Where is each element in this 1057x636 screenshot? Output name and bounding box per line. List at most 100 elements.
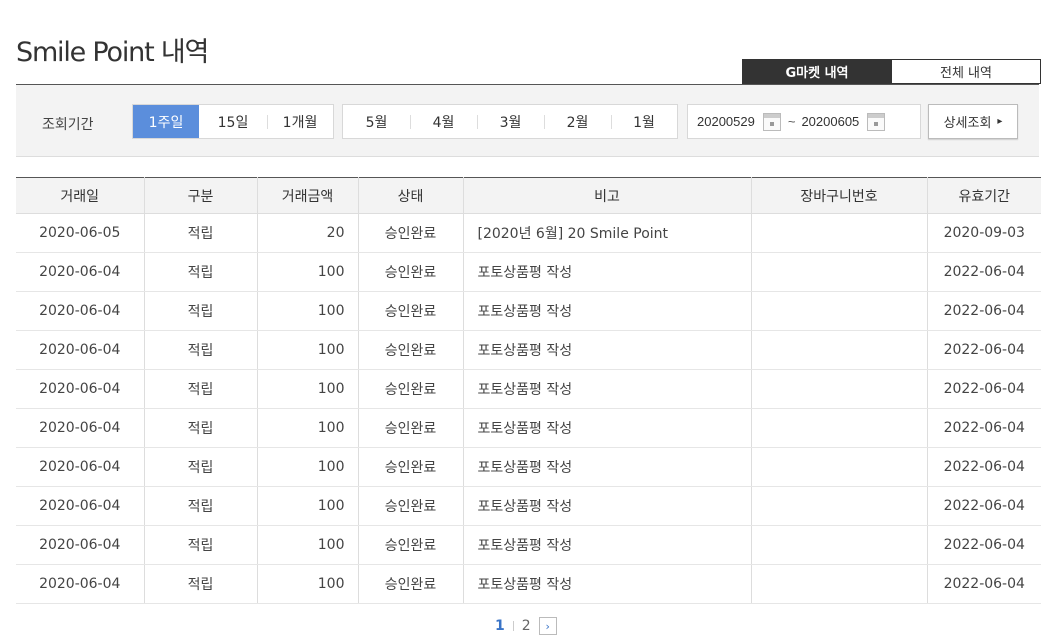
cell-memo: 포토상품평 작성 xyxy=(463,447,752,487)
cell-amount: 100 xyxy=(257,369,359,409)
table-body: 2020-06-05 적립 20 승인완료 [2020년 6월] 20 Smile Po… xyxy=(16,213,1041,604)
cell-expiry: 2022-06-04 xyxy=(927,564,1041,604)
chevron-right-icon: ▸ xyxy=(997,116,1003,127)
point-history-table: 거래일 구분 거래금액 상태 비고 장바구니번호 유효기간 2020-06-05… xyxy=(16,177,1041,604)
date-range: 20200529 ~ 20200605 xyxy=(687,104,921,139)
cell-type: 적립 xyxy=(144,564,258,604)
cell-memo: 포토상품평 작성 xyxy=(463,369,752,409)
cell-date: 2020-06-04 xyxy=(16,252,145,292)
header-status: 상태 xyxy=(358,177,464,214)
cell-status: 승인완료 xyxy=(358,408,464,448)
page-title: Smile Point 내역 xyxy=(16,37,209,68)
cell-expiry: 2022-06-04 xyxy=(927,447,1041,487)
cell-date: 2020-06-05 xyxy=(16,213,145,253)
cell-date: 2020-06-04 xyxy=(16,291,145,331)
cell-expiry: 2022-06-04 xyxy=(927,486,1041,526)
cell-cart-number xyxy=(751,213,928,253)
cell-status: 승인완료 xyxy=(358,330,464,370)
table-row: 2020-06-04 적립 100 승인완료 포토상품평 작성 2022-06-04 xyxy=(16,525,1041,565)
cell-type: 적립 xyxy=(144,408,258,448)
page-1-link[interactable]: 1 xyxy=(495,618,505,634)
cell-type: 적립 xyxy=(144,369,258,409)
date-separator: ~ xyxy=(787,114,796,129)
cell-memo: 포토상품평 작성 xyxy=(463,330,752,370)
calendar-from-icon[interactable] xyxy=(762,112,781,131)
tab-all-history[interactable]: 전체 내역 xyxy=(892,59,1041,84)
cell-cart-number xyxy=(751,408,928,448)
cell-amount: 100 xyxy=(257,525,359,565)
header-type: 구분 xyxy=(144,177,258,214)
cell-amount: 20 xyxy=(257,213,359,253)
cell-status: 승인완료 xyxy=(358,252,464,292)
month-march-button[interactable]: 3월 xyxy=(477,105,544,138)
cell-amount: 100 xyxy=(257,564,359,604)
cell-date: 2020-06-04 xyxy=(16,369,145,409)
detail-search-button[interactable]: 상세조회 ▸ xyxy=(928,104,1018,139)
table-row: 2020-06-04 적립 100 승인완료 포토상품평 작성 2022-06-04 xyxy=(16,369,1041,409)
cell-type: 적립 xyxy=(144,252,258,292)
period-1week-button[interactable]: 1주일 xyxy=(133,105,199,138)
cell-date: 2020-06-04 xyxy=(16,408,145,448)
date-to-field[interactable]: 20200605 xyxy=(801,114,859,129)
cell-memo: 포토상품평 작성 xyxy=(463,486,752,526)
table-row: 2020-06-04 적립 100 승인완료 포토상품평 작성 2022-06-04 xyxy=(16,408,1041,448)
table-row: 2020-06-04 적립 100 승인완료 포토상품평 작성 2022-06-04 xyxy=(16,330,1041,370)
cell-status: 승인완료 xyxy=(358,447,464,487)
cell-type: 적립 xyxy=(144,525,258,565)
cell-type: 적립 xyxy=(144,213,258,253)
cell-type: 적립 xyxy=(144,447,258,487)
cell-status: 승인완료 xyxy=(358,213,464,253)
cell-date: 2020-06-04 xyxy=(16,447,145,487)
detail-search-label: 상세조회 xyxy=(943,116,992,131)
period-label: 조회기간 xyxy=(42,117,94,133)
cell-cart-number xyxy=(751,330,928,370)
search-panel: 조회기간 1주일 15일 1개월 5월 4월 3월 2월 1월 20200529… xyxy=(16,84,1039,157)
cell-cart-number xyxy=(751,486,928,526)
cell-type: 적립 xyxy=(144,330,258,370)
table-row: 2020-06-04 적립 100 승인완료 포토상품평 작성 2022-06-04 xyxy=(16,291,1041,331)
month-april-button[interactable]: 4월 xyxy=(410,105,477,138)
cell-amount: 100 xyxy=(257,447,359,487)
next-page-icon[interactable]: › xyxy=(538,617,557,635)
calendar-to-icon[interactable] xyxy=(867,112,886,131)
month-february-button[interactable]: 2월 xyxy=(544,105,611,138)
table-row: 2020-06-04 적립 100 승인완료 포토상품평 작성 2022-06-04 xyxy=(16,486,1041,526)
table-row: 2020-06-04 적립 100 승인완료 포토상품평 작성 2022-06-04 xyxy=(16,447,1041,487)
cell-amount: 100 xyxy=(257,486,359,526)
page-2-link[interactable]: 2 xyxy=(522,618,531,634)
cell-expiry: 2022-06-04 xyxy=(927,369,1041,409)
cell-expiry: 2022-06-04 xyxy=(927,252,1041,292)
cell-expiry: 2022-06-04 xyxy=(927,291,1041,331)
header-cart-number: 장바구니번호 xyxy=(751,177,928,214)
month-january-button[interactable]: 1월 xyxy=(611,105,677,138)
header-date: 거래일 xyxy=(16,177,145,214)
relative-period-group: 1주일 15일 1개월 xyxy=(132,104,334,139)
cell-memo: 포토상품평 작성 xyxy=(463,525,752,565)
cell-cart-number xyxy=(751,564,928,604)
cell-type: 적립 xyxy=(144,486,258,526)
period-15days-button[interactable]: 15일 xyxy=(199,105,267,138)
table-row: 2020-06-04 적립 100 승인완료 포토상품평 작성 2022-06-04 xyxy=(16,564,1041,604)
date-from-field[interactable]: 20200529 xyxy=(697,114,755,129)
cell-expiry: 2022-06-04 xyxy=(927,330,1041,370)
cell-date: 2020-06-04 xyxy=(16,330,145,370)
cell-amount: 100 xyxy=(257,330,359,370)
cell-date: 2020-06-04 xyxy=(16,525,145,565)
cell-cart-number xyxy=(751,447,928,487)
history-tabs: G마켓 내역 전체 내역 xyxy=(742,59,1041,84)
cell-cart-number xyxy=(751,369,928,409)
month-may-button[interactable]: 5월 xyxy=(343,105,410,138)
tab-gmarket-history[interactable]: G마켓 내역 xyxy=(742,59,892,84)
cell-cart-number xyxy=(751,291,928,331)
cell-cart-number xyxy=(751,252,928,292)
header-amount: 거래금액 xyxy=(257,177,359,214)
header-memo: 비고 xyxy=(463,177,752,214)
cell-date: 2020-06-04 xyxy=(16,486,145,526)
page-divider xyxy=(512,621,514,631)
cell-status: 승인완료 xyxy=(358,369,464,409)
cell-status: 승인완료 xyxy=(358,486,464,526)
cell-status: 승인완료 xyxy=(358,564,464,604)
cell-date: 2020-06-04 xyxy=(16,564,145,604)
period-1month-button[interactable]: 1개월 xyxy=(267,105,333,138)
month-period-group: 5월 4월 3월 2월 1월 xyxy=(342,104,678,139)
